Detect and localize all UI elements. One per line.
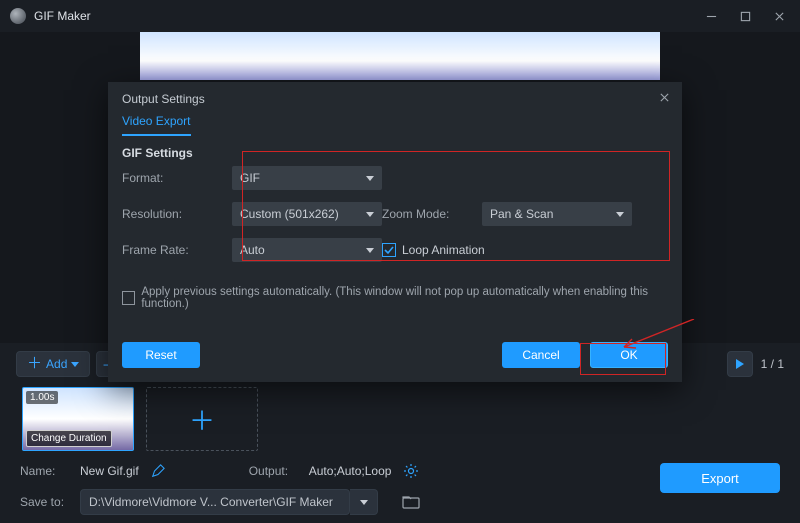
minimize-button[interactable]	[694, 0, 728, 32]
output-settings-icon[interactable]	[403, 463, 419, 479]
save-to-label: Save to:	[20, 495, 68, 509]
reset-button[interactable]: Reset	[122, 342, 200, 368]
app-logo-icon	[10, 8, 26, 24]
section-title: GIF Settings	[122, 146, 193, 160]
loop-animation-label: Loop Animation	[402, 243, 485, 257]
save-path-dropdown[interactable]	[350, 489, 378, 515]
save-path-input[interactable]: D:\Vidmore\Vidmore V... Converter\GIF Ma…	[80, 489, 350, 515]
add-button-label: Add	[46, 357, 67, 371]
name-value: New Gif.gif	[80, 464, 139, 478]
ok-button[interactable]: OK	[590, 342, 668, 368]
loop-animation-checkbox[interactable]	[382, 243, 396, 257]
resolution-label: Resolution:	[122, 207, 232, 221]
output-value: Auto;Auto;Loop	[309, 464, 392, 478]
format-select[interactable]: GIF	[232, 166, 382, 190]
chevron-down-icon	[366, 176, 374, 181]
cancel-button[interactable]: Cancel	[502, 342, 580, 368]
zoom-mode-label: Zoom Mode:	[382, 207, 482, 221]
zoom-mode-select[interactable]: Pan & Scan	[482, 202, 632, 226]
output-label: Output:	[249, 464, 297, 478]
resolution-select[interactable]: Custom (501x262)	[232, 202, 382, 226]
dialog-close-button[interactable]	[659, 92, 670, 106]
dialog-title: Output Settings	[122, 92, 205, 106]
frame-rate-label: Frame Rate:	[122, 243, 232, 257]
close-button[interactable]	[762, 0, 796, 32]
apply-previous-label: Apply previous settings automatically. (…	[141, 286, 668, 310]
chevron-down-icon	[616, 212, 624, 217]
chevron-down-icon	[366, 212, 374, 217]
add-clip-slot[interactable]: ＋	[146, 387, 258, 451]
page-counter: 1 / 1	[761, 357, 784, 371]
frame-rate-select[interactable]: Auto	[232, 238, 382, 262]
open-folder-button[interactable]	[398, 489, 424, 515]
clip-duration: 1.00s	[26, 391, 58, 404]
maximize-button[interactable]	[728, 0, 762, 32]
apply-previous-checkbox[interactable]	[122, 291, 135, 305]
name-label: Name:	[20, 464, 68, 478]
chevron-down-icon	[366, 248, 374, 253]
app-title: GIF Maker	[34, 9, 91, 23]
play-icon	[736, 359, 744, 369]
clip-thumbnail[interactable]: 1.00s Change Duration	[22, 387, 134, 451]
output-settings-dialog: Output Settings Video Export GIF Setting…	[108, 82, 682, 382]
play-button[interactable]	[727, 351, 753, 377]
export-button[interactable]: Export	[660, 463, 780, 493]
chevron-down-icon	[360, 500, 368, 505]
titlebar: GIF Maker	[0, 0, 800, 32]
chevron-down-icon	[71, 362, 79, 367]
format-label: Format:	[122, 171, 232, 185]
edit-name-icon[interactable]	[151, 464, 165, 478]
tab-video-export[interactable]: Video Export	[122, 114, 191, 136]
add-button[interactable]: ＋ Add	[16, 351, 90, 377]
